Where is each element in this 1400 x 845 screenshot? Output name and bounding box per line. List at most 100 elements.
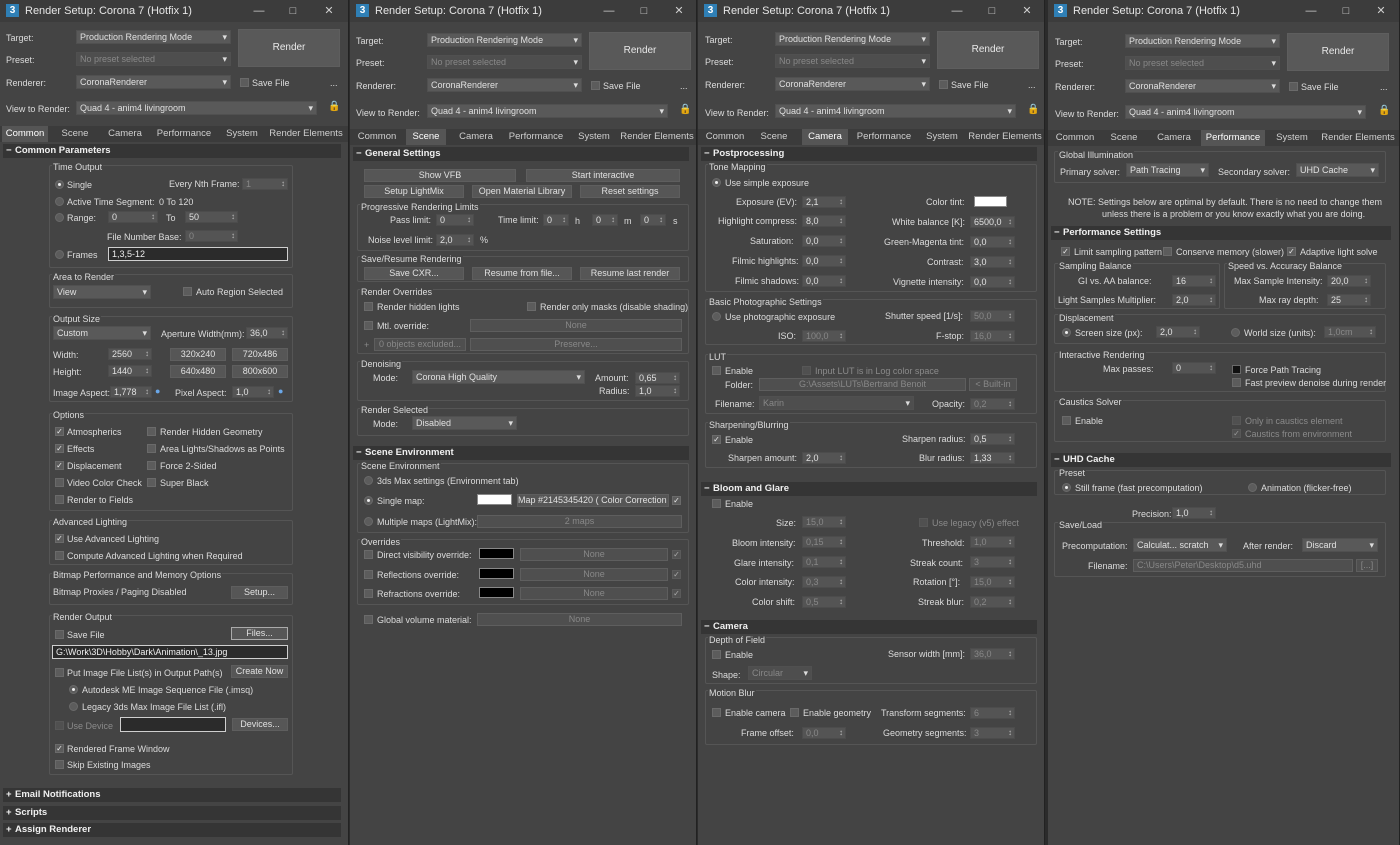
use-simple-exposure-radio[interactable] — [712, 178, 721, 187]
tab-camera[interactable]: Camera — [454, 129, 498, 145]
bloom-intensity-spinner[interactable]: 0,15 — [802, 536, 846, 548]
output-path-input[interactable]: G:\Work\3D\Hobby\Dark\Animation\_13.jpg — [52, 645, 288, 659]
limit-sampling-checkbox[interactable]: ✓ — [1061, 247, 1070, 256]
shape-dropdown[interactable]: Circular — [748, 666, 812, 680]
reflections-override-checkbox[interactable] — [364, 570, 373, 579]
reset-settings-button[interactable]: Reset settings — [580, 185, 680, 198]
sharpen-amount-spinner[interactable]: 2,0 — [802, 452, 846, 464]
screen-size-spinner[interactable]: 2,0 — [1156, 326, 1200, 338]
color-intensity-spinner[interactable]: 0,3 — [802, 576, 846, 588]
setup-lightmix-button[interactable]: Setup LightMix — [364, 185, 464, 198]
rollout-email-notifications[interactable]: Email Notifications — [3, 788, 341, 802]
transform-segments-spinner[interactable]: 6 — [970, 707, 1015, 719]
maximize-icon[interactable]: □ — [981, 0, 1003, 22]
save-file-checkbox[interactable] — [939, 80, 948, 89]
create-now-button[interactable]: Create Now — [231, 665, 288, 678]
enable-geometry-checkbox[interactable] — [790, 708, 799, 717]
res-320x240-button[interactable]: 320x240 — [170, 348, 226, 361]
minimize-icon[interactable]: — — [1300, 0, 1322, 22]
frame-offset-spinner[interactable]: 0,0 — [802, 727, 846, 739]
rollout-performance-settings[interactable]: Performance Settings — [1051, 226, 1391, 240]
tab-scene[interactable]: Scene — [1104, 130, 1144, 146]
preset-dropdown[interactable]: No preset selected — [1125, 56, 1280, 70]
rollout-scripts[interactable]: Scripts — [3, 806, 341, 820]
amount-spinner[interactable]: 0,65 — [635, 372, 680, 384]
highlight-compress-spinner[interactable]: 8,0 — [802, 215, 846, 227]
close-icon[interactable]: ✕ — [668, 0, 690, 22]
rollout-assign-renderer[interactable]: Assign Renderer — [3, 823, 341, 837]
time-seconds-spinner[interactable]: 0 — [640, 214, 666, 226]
image-aspect-spinner[interactable]: 1,778 — [110, 386, 152, 398]
effects-checkbox[interactable]: ✓ — [55, 444, 64, 453]
every-nth-spinner[interactable]: 1 — [242, 178, 288, 190]
noise-limit-spinner[interactable]: 2,0 — [436, 234, 474, 246]
filmic-highlights-spinner[interactable]: 0,0 — [802, 255, 846, 267]
target-dropdown[interactable]: Production Rendering Mode — [1125, 34, 1280, 48]
mtl-override-slot[interactable]: None — [470, 319, 682, 332]
rollout-scene-environment[interactable]: Scene Environment — [353, 446, 689, 460]
render-button[interactable]: Render — [937, 31, 1039, 69]
maximize-icon[interactable]: □ — [633, 0, 655, 22]
direct-visibility-enable-checkbox[interactable]: ✓ — [672, 550, 681, 559]
atmospherics-checkbox[interactable]: ✓ — [55, 427, 64, 436]
iso-spinner[interactable]: 100,0 — [802, 330, 846, 342]
time-minutes-spinner[interactable]: 0 — [592, 214, 618, 226]
renderer-dropdown[interactable]: CoronaRenderer — [1125, 79, 1280, 93]
range-from-spinner[interactable]: 0 — [108, 211, 158, 223]
renderer-dropdown[interactable]: CoronaRenderer — [76, 75, 231, 89]
start-interactive-button[interactable]: Start interactive — [526, 169, 680, 182]
rollout-postprocessing[interactable]: Postprocessing — [701, 147, 1037, 161]
target-dropdown[interactable]: Production Rendering Mode — [427, 33, 582, 47]
env-map-slot[interactable]: Map #2145345420 ( Color Correction ) — [517, 494, 669, 507]
devices-button[interactable]: Devices... — [232, 718, 288, 731]
tab-system[interactable]: System — [222, 126, 262, 142]
tab-camera[interactable]: Camera — [104, 126, 146, 142]
lock-icon[interactable]: 🔒 — [1378, 105, 1390, 116]
tab-scene[interactable]: Scene — [754, 129, 794, 145]
conserve-memory-checkbox[interactable] — [1163, 247, 1172, 256]
bitmap-setup-button[interactable]: Setup... — [231, 586, 288, 599]
tab-performance[interactable]: Performance — [1201, 130, 1265, 146]
tab-scene[interactable]: Scene — [54, 126, 96, 142]
reflections-slot[interactable]: None — [520, 568, 668, 581]
use-advanced-lighting-checkbox[interactable]: ✓ — [55, 534, 64, 543]
save-file-checkbox[interactable] — [1289, 82, 1298, 91]
fast-preview-checkbox[interactable] — [1232, 378, 1241, 387]
render-hidden-lights-checkbox[interactable] — [364, 302, 373, 311]
preset-dropdown[interactable]: No preset selected — [427, 55, 582, 69]
device-input[interactable] — [120, 717, 226, 732]
time-hours-spinner[interactable]: 0 — [543, 214, 569, 226]
resume-from-file-button[interactable]: Resume from file... — [472, 267, 572, 280]
lock-icon[interactable]: 🔒 — [679, 104, 691, 115]
area-lights-checkbox[interactable] — [147, 444, 156, 453]
multiple-maps-radio[interactable] — [364, 517, 373, 526]
bloom-size-spinner[interactable]: 15,0 — [802, 516, 846, 528]
more-button[interactable]: ... — [1380, 82, 1388, 93]
tab-common[interactable]: Common — [354, 129, 400, 145]
view-to-render-dropdown[interactable]: Quad 4 - anim4 livingroom — [427, 104, 668, 118]
rotation-spinner[interactable]: 15,0 — [970, 576, 1015, 588]
more-button[interactable]: ... — [330, 78, 338, 89]
render-selected-dropdown[interactable]: Disabled — [412, 416, 517, 430]
rollout-common-parameters[interactable]: Common Parameters — [3, 144, 341, 158]
aperture-spinner[interactable]: 36,0 — [246, 327, 288, 339]
reflections-enable-checkbox[interactable]: ✓ — [672, 570, 681, 579]
tab-camera[interactable]: Camera — [802, 129, 848, 145]
area-dropdown[interactable]: View — [53, 285, 151, 299]
tab-render-elements[interactable]: Render Elements — [968, 129, 1042, 145]
sharpen-enable-checkbox[interactable]: ✓ — [712, 435, 721, 444]
close-icon[interactable]: ✕ — [1370, 0, 1392, 22]
white-balance-spinner[interactable]: 6500,0 — [970, 216, 1015, 228]
direct-visibility-slot[interactable]: None — [520, 548, 668, 561]
range-to-spinner[interactable]: 50 — [185, 211, 238, 223]
direct-visibility-swatch[interactable] — [479, 548, 514, 559]
sharpen-radius-spinner[interactable]: 0,5 — [970, 433, 1015, 445]
minimize-icon[interactable]: — — [248, 0, 270, 22]
active-segment-radio[interactable] — [55, 197, 64, 206]
maximize-icon[interactable]: □ — [282, 0, 304, 22]
radius-spinner[interactable]: 1,0 — [635, 385, 680, 397]
exposure-spinner[interactable]: 2,1 — [802, 196, 846, 208]
size-preset-dropdown[interactable]: Custom — [53, 326, 151, 340]
green-magenta-spinner[interactable]: 0,0 — [970, 236, 1015, 248]
minimize-icon[interactable]: — — [946, 0, 968, 22]
